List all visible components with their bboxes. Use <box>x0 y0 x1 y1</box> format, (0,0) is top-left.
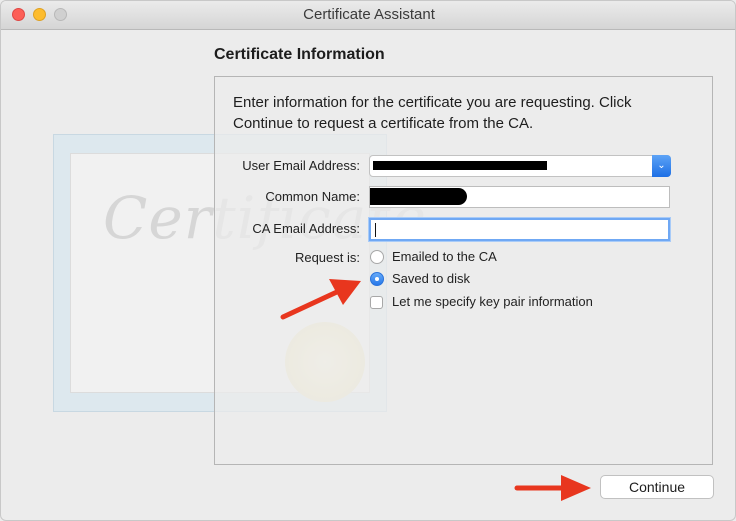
common-name-field[interactable] <box>369 186 670 208</box>
ca-email-label: CA Email Address: <box>252 221 360 236</box>
user-email-popup[interactable]: ⌄ <box>369 155 671 177</box>
common-name-label: Common Name: <box>265 189 360 204</box>
option-saved-to-disk-label: Saved to disk <box>392 271 471 286</box>
radio-emailed-to-ca[interactable] <box>370 250 384 264</box>
redacted-common-name <box>370 188 467 205</box>
title-bar: Certificate Assistant <box>1 1 735 30</box>
window-title: Certificate Assistant <box>303 6 435 23</box>
option-emailed-to-ca-label: Emailed to the CA <box>392 249 497 264</box>
chevron-down-icon[interactable]: ⌄ <box>652 155 671 177</box>
certificate-form-panel: Enter information for the certificate yo… <box>214 76 713 465</box>
annotation-arrow-icon <box>514 475 591 501</box>
instructions-text: Enter information for the certificate yo… <box>233 94 632 132</box>
annotation-arrow-icon <box>280 279 361 320</box>
user-email-label: User Email Address: <box>242 158 360 173</box>
key-pair-checkbox[interactable] <box>370 296 383 309</box>
continue-button[interactable]: Continue <box>600 475 714 499</box>
text-cursor <box>375 223 376 237</box>
section-heading: Certificate Information <box>214 46 385 63</box>
redacted-email <box>373 161 547 170</box>
request-is-label: Request is: <box>294 250 360 265</box>
certificate-assistant-window: Certificate Assistant Certificate Certif… <box>0 0 736 521</box>
ca-email-field[interactable] <box>369 218 670 241</box>
key-pair-label: Let me specify key pair information <box>392 294 593 309</box>
radio-saved-to-disk[interactable] <box>370 272 384 286</box>
